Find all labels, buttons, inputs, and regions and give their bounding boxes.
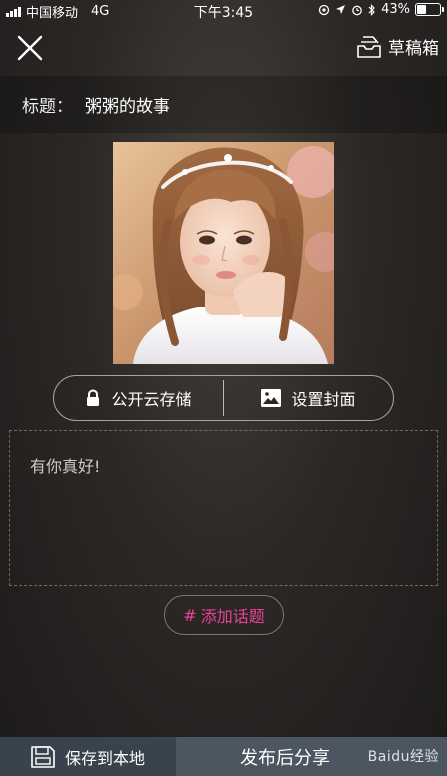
publish-share-label: 发布后分享 — [240, 747, 330, 769]
add-topic-button[interactable]: # 添加话题 — [164, 595, 284, 635]
save-local-button[interactable]: 保存到本地 — [0, 737, 176, 776]
set-cover-button[interactable]: 设置封面 — [224, 376, 393, 420]
drafts-tray-icon — [357, 35, 381, 58]
title-prefix: 标题： — [22, 97, 73, 117]
story-title: 粥粥的故事 — [85, 97, 170, 117]
image-icon — [261, 389, 282, 407]
cover-photo[interactable] — [113, 142, 334, 364]
bluetooth-icon — [368, 3, 375, 16]
close-icon — [17, 35, 43, 61]
battery-level — [417, 5, 426, 14]
battery-icon — [415, 3, 444, 16]
story-content-text: 有你真好! — [30, 457, 101, 476]
bottom-bar: 保存到本地 发布后分享 Baidu经验 — [0, 737, 447, 776]
set-cover-label: 设置封面 — [291, 390, 356, 409]
close-button[interactable] — [14, 32, 46, 64]
baidu-watermark: Baidu经验 — [367, 749, 439, 765]
lock-icon — [87, 389, 100, 406]
status-bar: 中国移动 4G 下午3:45 43% — [0, 0, 447, 21]
title-bar[interactable]: 标题： 粥粥的故事 — [0, 76, 447, 133]
public-cloud-storage-button[interactable]: 公开云存储 — [54, 376, 223, 420]
location-icon — [336, 5, 346, 14]
battery-percent: 43% — [381, 2, 410, 17]
floppy-disk-icon — [31, 745, 55, 768]
alarm-icon — [352, 5, 362, 15]
save-local-label: 保存到本地 — [64, 748, 145, 768]
add-topic-label: 添加话题 — [200, 607, 265, 626]
nav-bar: 草稿箱 — [0, 20, 447, 76]
topic-hash-icon: # — [183, 605, 197, 625]
drafts-button[interactable]: 草稿箱 — [356, 34, 439, 59]
orientation-lock-icon — [318, 4, 330, 15]
public-cloud-storage-label: 公开云存储 — [111, 390, 192, 409]
action-pill: 公开云存储 设置封面 — [53, 375, 394, 421]
drafts-label: 草稿箱 — [388, 39, 439, 59]
cover-portrait-illustration — [113, 142, 334, 364]
story-content-textarea[interactable]: 有你真好! — [9, 430, 438, 586]
publish-share-button[interactable]: 发布后分享 Baidu经验 — [176, 737, 447, 776]
